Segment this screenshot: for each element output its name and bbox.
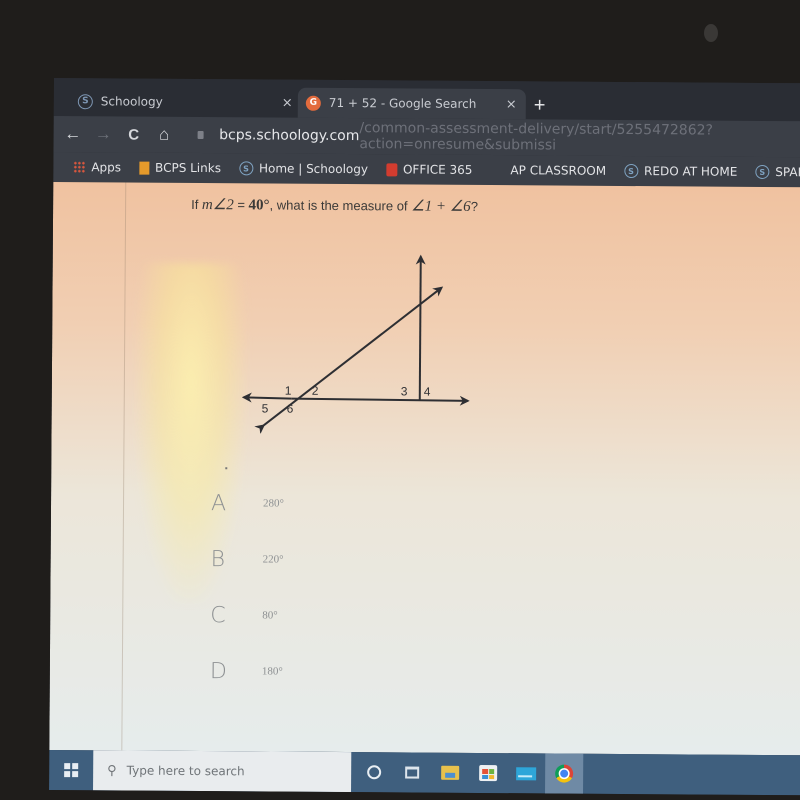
equals-sign: =: [233, 197, 249, 213]
forward-button[interactable]: →: [92, 124, 115, 144]
bookmark-spanish[interactable]: S SPANISH JUST WA: [755, 164, 800, 180]
bookmark-bcps-links[interactable]: BCPS Links: [139, 160, 222, 176]
tab-google-search[interactable]: G 71 + 52 - Google Search ×: [297, 87, 526, 120]
bookmark-apps[interactable]: Apps: [73, 160, 121, 174]
choice-value: 280°: [262, 497, 284, 510]
apps-grid-icon: [73, 161, 86, 174]
schoology-icon: S: [755, 164, 770, 179]
given-angle: m∠2: [201, 197, 234, 214]
sidebar-divider: [121, 182, 127, 751]
task-view-icon: [405, 766, 420, 779]
bookmark-label: AP CLASSROOM: [510, 163, 607, 178]
choice-letter: C: [210, 602, 226, 628]
vertical-ray: [415, 254, 426, 401]
angle-label-2: 2: [312, 384, 319, 398]
home-button[interactable]: ⌂: [153, 125, 176, 145]
lock-icon: [197, 131, 204, 140]
browser-toolbar: ← → C ⌂ bcps.schoology.com /common-asses…: [53, 115, 800, 158]
windows-taskbar: ⚲ Type here to search: [49, 749, 800, 796]
bcps-bookmark-icon: [139, 161, 150, 175]
tab-title: Schoology: [100, 94, 163, 109]
windows-logo-icon: [64, 763, 79, 778]
bookmark-redo-at-home[interactable]: S REDO AT HOME: [624, 163, 738, 179]
schoology-icon: S: [238, 161, 254, 176]
address-bar[interactable]: bcps.schoology.com /common-assessment-de…: [197, 119, 800, 155]
mail-icon: [516, 766, 537, 780]
taskbar-search[interactable]: ⚲ Type here to search: [93, 750, 352, 793]
bookmark-label: OFFICE 365: [402, 162, 473, 177]
start-button[interactable]: [49, 750, 93, 790]
file-explorer-button[interactable]: [431, 753, 469, 793]
bookmark-label: REDO AT HOME: [644, 164, 738, 179]
file-explorer-icon: [441, 765, 460, 780]
store-icon: [479, 764, 498, 782]
question-middle: , what is the measure of: [269, 197, 412, 214]
new-tab-button[interactable]: +: [534, 94, 546, 116]
monitor-screen: S Schoology × G 71 + 52 - Google Search …: [49, 78, 800, 796]
choice-c[interactable]: C 80°: [210, 587, 283, 644]
office-icon: [385, 162, 398, 176]
bookmark-ap-classroom[interactable]: AP CLASSROOM: [510, 163, 606, 178]
mail-button[interactable]: [507, 753, 545, 793]
question-suffix: ?: [470, 198, 479, 214]
decorative-dot: [225, 467, 228, 470]
choice-value: 80°: [262, 609, 278, 622]
back-button[interactable]: ←: [62, 124, 85, 144]
bookmark-office-365[interactable]: OFFICE 365: [385, 162, 473, 177]
angle-label-4: 4: [424, 385, 431, 399]
bookmark-label: Home | Schoology: [258, 161, 369, 177]
close-tab-button[interactable]: ×: [506, 97, 526, 112]
bookmark-label: SPANISH JUST WA: [775, 165, 800, 180]
choice-b[interactable]: B 220°: [210, 531, 284, 588]
bookmark-label: BCPS Links: [155, 160, 222, 176]
bookmark-home-schoology[interactable]: S Home | Schoology: [238, 161, 369, 177]
tab-title: 71 + 52 - Google Search: [328, 95, 477, 111]
assessment-page: If m∠2 = 40°, what is the measure of ∠1 …: [49, 181, 800, 756]
task-view-button[interactable]: [393, 752, 431, 792]
choice-value: 180°: [261, 665, 283, 678]
google-icon: G: [305, 95, 321, 111]
question-prefix: If: [191, 196, 203, 213]
schoology-icon: S: [624, 163, 639, 179]
horizontal-line-right: [291, 395, 470, 406]
given-value: 40°: [248, 197, 270, 214]
search-icon: ⚲: [107, 762, 117, 778]
choice-d[interactable]: D 180°: [210, 643, 283, 700]
schoology-icon: S: [77, 93, 93, 109]
angle-label-5: 5: [262, 401, 269, 415]
bookmark-label: Apps: [91, 160, 122, 175]
angle-label-1: 1: [285, 384, 292, 398]
target-expression: ∠1 + ∠6: [411, 198, 471, 215]
chrome-icon: [555, 764, 574, 783]
taskbar-apps: [355, 752, 584, 794]
choice-letter: B: [210, 546, 226, 572]
url-path: /common-assessment-delivery/start/525547…: [359, 120, 714, 154]
angle-label-6: 6: [287, 402, 294, 416]
angle-label-3: 3: [401, 384, 408, 398]
cortana-button[interactable]: [355, 752, 393, 792]
answer-choices: A 280° B 220° C 80° D 180°: [210, 475, 284, 700]
choice-value: 220°: [262, 553, 284, 566]
search-placeholder: Type here to search: [126, 763, 245, 779]
choice-letter: A: [210, 490, 227, 516]
url-host: bcps.schoology.com: [219, 127, 360, 145]
question-text: If m∠2 = 40°, what is the measure of ∠1 …: [191, 195, 478, 216]
store-button[interactable]: [469, 753, 507, 793]
choice-a[interactable]: A 280°: [211, 475, 284, 532]
cortana-icon: [367, 765, 382, 780]
chrome-button[interactable]: [545, 753, 584, 794]
webcam: [704, 24, 718, 42]
choice-letter: D: [209, 658, 227, 684]
tab-schoology[interactable]: S Schoology ×: [64, 86, 302, 118]
angle-diagram: 1 2 3 4 5 6: [241, 254, 470, 435]
tab-strip: S Schoology × G 71 + 52 - Google Search …: [53, 78, 800, 122]
reload-button[interactable]: C: [122, 126, 145, 143]
